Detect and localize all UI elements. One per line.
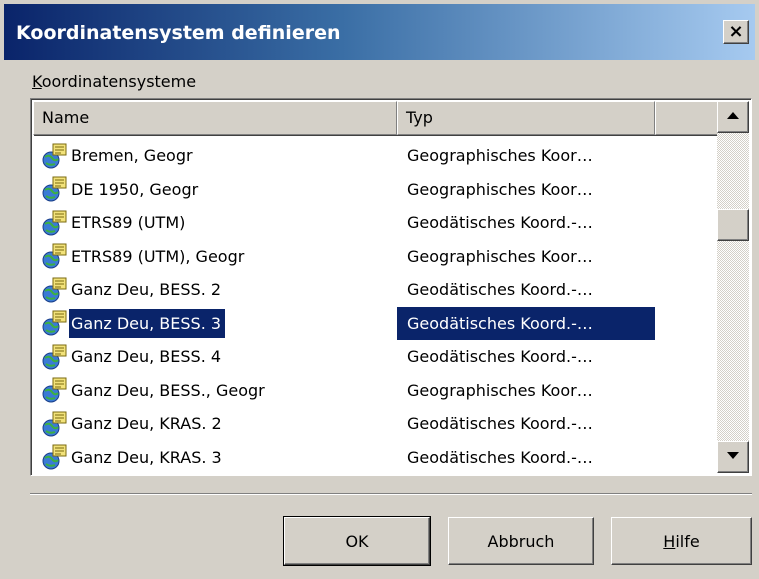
coordinate-system-icon xyxy=(42,210,67,236)
scroll-down-button[interactable] xyxy=(717,441,749,473)
row-typ: Geographisches Koor… xyxy=(407,179,593,199)
list-row[interactable]: ETRS89 (UTM) Geodätisches Koord.-… xyxy=(33,206,723,240)
coordinate-system-icon xyxy=(42,310,67,336)
coordinate-system-dialog: Koordinatensystem definieren × Koordinat… xyxy=(0,0,759,579)
list-row[interactable]: Ganz Deu, KRAS. 3 Geodätisches Koord.-… xyxy=(33,441,723,475)
cell-name: Ganz Deu, BESS. 4 xyxy=(33,340,397,374)
row-typ: Geodätisches Koord.-… xyxy=(407,213,593,233)
cancel-button[interactable]: Abbruch xyxy=(448,517,594,565)
list-row[interactable]: Ganz Deu, BESS., Geogr Geographisches Koo… xyxy=(33,374,723,408)
help-label: ilfe xyxy=(675,531,700,551)
coordinate-system-icon xyxy=(42,143,67,169)
cell-name: Ganz Deu, BESS. 3 xyxy=(33,307,397,341)
close-button[interactable]: × xyxy=(723,20,749,44)
cell-name: ETRS89 (UTM), Geogr xyxy=(33,240,397,274)
row-typ: Geodätisches Koord.-… xyxy=(407,347,593,367)
column-header-empty[interactable] xyxy=(655,101,723,135)
row-typ: Geographisches Koor… xyxy=(407,380,593,400)
row-typ: Geographisches Koor… xyxy=(407,146,593,166)
arrow-down-icon xyxy=(727,452,739,459)
column-header-typ[interactable]: Typ xyxy=(397,101,655,135)
cell-name: DE 1950, Geogr xyxy=(33,173,397,207)
row-name: Ganz Deu, BESS. 4 xyxy=(71,347,222,367)
list-row[interactable]: Bremen, Geogr Geographisches Koor… xyxy=(33,139,723,173)
column-header-name[interactable]: Name xyxy=(33,101,397,135)
list-row[interactable]: ETRS89 (UTM), Geogr Geographisches Koor… xyxy=(33,240,723,274)
coordinate-system-icon xyxy=(42,377,67,403)
row-name: Ganz Deu, KRAS. 3 xyxy=(71,447,222,467)
arrow-up-icon xyxy=(727,112,739,119)
vertical-scrollbar[interactable] xyxy=(717,101,749,473)
cell-name: Ganz Deu, BESS., Geogr xyxy=(33,374,397,408)
coordinate-system-icon xyxy=(42,176,67,202)
cell-name: ETRS89 (UTM) xyxy=(33,206,397,240)
coordinate-system-icon xyxy=(42,277,67,303)
row-typ: Geodätisches Koord.-… xyxy=(407,414,593,434)
coordinate-system-list[interactable]: Name Typ Bremen, Geogr Geographisches Koo… xyxy=(30,98,752,476)
list-header: Name Typ xyxy=(33,101,723,135)
coordinate-system-icon xyxy=(42,444,67,470)
ok-button[interactable]: OK xyxy=(283,516,431,566)
list-row[interactable]: DE 1950, Geogr Geographisches Koor… xyxy=(33,173,723,207)
coordinate-system-icon xyxy=(42,243,67,269)
coordinate-system-icon xyxy=(42,344,67,370)
list-row[interactable]: Ganz Deu, BESS. 3 Geodätisches Koord.-… xyxy=(33,306,723,341)
row-name: ETRS89 (UTM), Geogr xyxy=(71,246,245,266)
dialog-title: Koordinatensystem definieren xyxy=(16,22,341,44)
row-name: DE 1950, Geogr xyxy=(71,179,199,199)
group-label-accesskey: K xyxy=(32,72,42,91)
row-typ: Geodätisches Koord.-… xyxy=(407,280,593,300)
cell-name: Ganz Deu, KRAS. 2 xyxy=(33,407,397,441)
row-name: Ganz Deu, BESS. 2 xyxy=(71,280,222,300)
row-name: Ganz Deu, BESS., Geogr xyxy=(71,380,265,400)
list-row[interactable]: Ganz Deu, BESS. 4 Geodätisches Koord.-… xyxy=(33,340,723,374)
help-button[interactable]: Hilfe xyxy=(611,517,752,565)
row-name: Ganz Deu, KRAS. 2 xyxy=(71,414,222,434)
cell-name: Bremen, Geogr xyxy=(33,139,397,173)
cell-name: Ganz Deu, BESS. 2 xyxy=(33,273,397,307)
title-bar[interactable]: Koordinatensystem definieren × xyxy=(4,4,755,60)
list-rows: Bremen, Geogr Geographisches Koor… DE 1950… xyxy=(33,139,723,474)
help-accesskey: H xyxy=(663,531,676,551)
separator xyxy=(30,493,752,495)
list-row[interactable]: Ganz Deu, BESS. 2 Geodätisches Koord.-… xyxy=(33,273,723,307)
scroll-up-button[interactable] xyxy=(717,101,749,133)
row-name: ETRS89 (UTM) xyxy=(71,213,186,233)
row-typ: Geographisches Koor… xyxy=(407,246,593,266)
row-typ: Geodätisches Koord.-… xyxy=(407,447,593,467)
row-typ: Geodätisches Koord.-… xyxy=(397,306,655,340)
cell-name: Ganz Deu, KRAS. 3 xyxy=(33,441,397,475)
list-row[interactable]: Ganz Deu, KRAS. 2 Geodätisches Koord.-… xyxy=(33,407,723,441)
list-group-label: Koordinatensysteme xyxy=(32,72,196,91)
scroll-thumb[interactable] xyxy=(717,209,749,241)
row-name: Ganz Deu, BESS. 3 xyxy=(69,308,226,338)
row-name: Bremen, Geogr xyxy=(71,146,193,166)
group-label-text: oordinatensysteme xyxy=(41,72,197,91)
close-icon: × xyxy=(728,21,744,42)
coordinate-system-icon xyxy=(42,411,67,437)
